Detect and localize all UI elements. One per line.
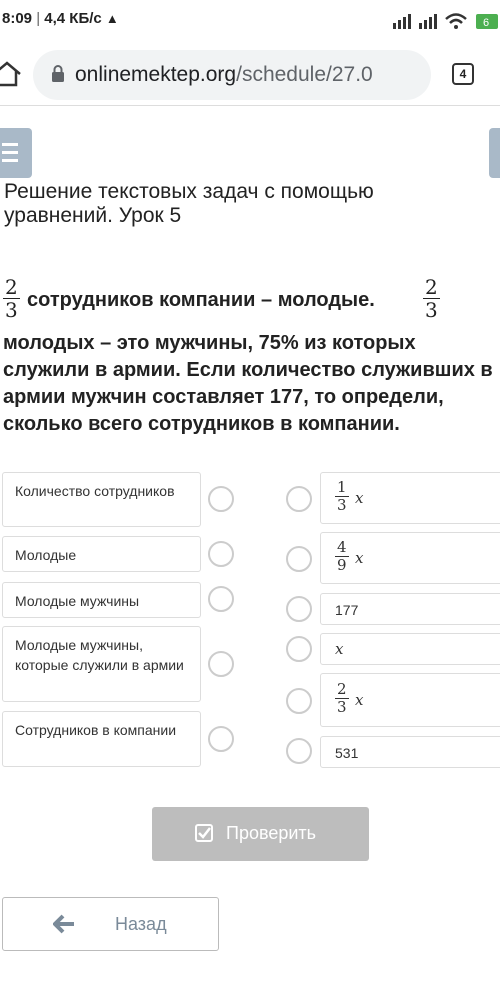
left-item-employees-total[interactable]: Сотрудников в компании — [2, 711, 201, 767]
fraction-two-thirds-second: 23 — [423, 275, 440, 322]
status-left: 8:09 | 4,4 КБ/с ▲ — [2, 10, 119, 27]
back-button-label: Назад — [115, 914, 167, 934]
fraction-two-thirds: 23 — [335, 680, 349, 716]
page-title: Решение текстовых задач с помощью уравне… — [4, 180, 374, 227]
status-bar: 8:09 | 4,4 КБ/с ▲ 6 — [0, 0, 500, 42]
right-radio-4[interactable] — [286, 636, 312, 662]
left-radio-1[interactable] — [208, 486, 234, 512]
variable-x: x — [335, 640, 344, 658]
tab-count-button[interactable]: 4 — [452, 63, 474, 85]
left-item-young[interactable]: Молодые — [2, 536, 201, 572]
right-item-x[interactable]: x — [320, 633, 500, 665]
right-item-one-third-x[interactable]: 13 x — [320, 472, 500, 524]
arrow-left-icon — [53, 914, 74, 934]
signal-wifi-battery-icon: 6 — [393, 13, 498, 29]
home-button[interactable] — [0, 56, 22, 92]
browser-toolbar: onlinemektep.org/schedule/27.0 4 — [0, 42, 500, 106]
value-177: 177 — [335, 602, 359, 618]
url-path: /schedule/27.0 — [236, 63, 373, 86]
lock-icon — [52, 65, 64, 82]
left-radio-4[interactable] — [208, 651, 234, 677]
variable-x: x — [355, 691, 364, 709]
fraction-one-third: 13 — [335, 478, 349, 514]
question-text-part-2: молодых – это мужчины, 75% из которых сл… — [3, 332, 493, 435]
right-item-531[interactable]: 531 — [320, 736, 500, 768]
side-panel-button[interactable] — [489, 128, 500, 178]
left-radio-3[interactable] — [208, 586, 234, 612]
right-radio-5[interactable] — [286, 688, 312, 714]
right-radio-6[interactable] — [286, 738, 312, 764]
left-item-young-men[interactable]: Молодые мужчины — [2, 582, 201, 618]
left-radio-5[interactable] — [208, 726, 234, 752]
notification-bell-icon: ▲ — [105, 11, 119, 26]
status-time: 8:09 — [2, 10, 33, 27]
left-radio-2[interactable] — [208, 541, 234, 567]
left-item-employees-count[interactable]: Количество сотрудников — [2, 472, 201, 527]
right-item-four-ninths-x[interactable]: 49 x — [320, 532, 500, 584]
variable-x: x — [355, 549, 364, 567]
home-icon — [0, 61, 21, 87]
back-button[interactable]: Назад — [2, 897, 219, 951]
right-radio-1[interactable] — [286, 486, 312, 512]
status-speed: 4,4 КБ/с — [44, 10, 102, 27]
right-radio-3[interactable] — [286, 596, 312, 622]
address-bar[interactable]: onlinemektep.org/schedule/27.0 — [33, 50, 431, 100]
check-button[interactable]: Проверить — [152, 807, 369, 861]
status-separator: | — [36, 10, 41, 27]
hamburger-icon — [2, 143, 18, 146]
url-host: onlinemektep.org — [75, 63, 237, 86]
check-button-label: Проверить — [226, 823, 317, 843]
url-text: onlinemektep.org/schedule/27.0 — [75, 63, 373, 87]
menu-button[interactable] — [0, 128, 32, 178]
fraction-four-ninths: 49 — [335, 538, 349, 574]
checkbox-icon — [195, 824, 213, 842]
question-text-part-1: сотрудников компании – молодые. — [27, 289, 375, 311]
battery-level: 6 — [483, 17, 489, 29]
left-item-young-men-army[interactable]: Молодые мужчины, которые служили в армии — [2, 626, 201, 702]
fraction-two-thirds: 23 — [3, 275, 20, 322]
value-531: 531 — [335, 745, 359, 761]
right-radio-2[interactable] — [286, 546, 312, 572]
right-item-177[interactable]: 177 — [320, 593, 500, 625]
status-right: 6 — [390, 10, 500, 30]
variable-x: x — [355, 489, 364, 507]
right-item-two-thirds-x[interactable]: 23 x — [320, 673, 500, 727]
